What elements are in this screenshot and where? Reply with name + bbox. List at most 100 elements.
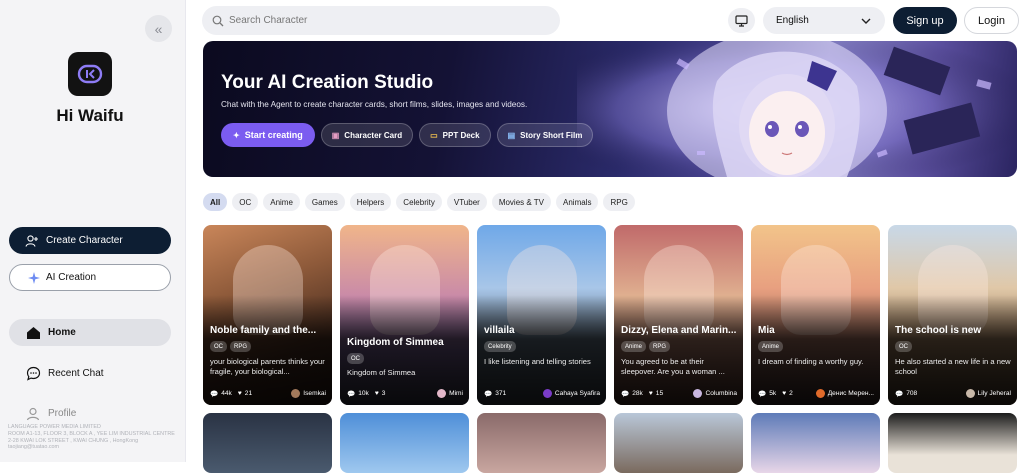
card-stats: 💬 28k ♥ 15 Columbina [621, 389, 737, 398]
character-card-partial[interactable] [477, 413, 606, 473]
character-card-partial[interactable] [614, 413, 743, 473]
like-count-value: 15 [655, 390, 664, 397]
chat-bubble-icon: 💬 [895, 390, 904, 398]
card-description: I dream of finding a worthy guy. [758, 357, 864, 366]
desktop-app-button[interactable] [728, 8, 755, 33]
card-title: Dizzy, Elena and Marin... [621, 325, 737, 336]
tag-badge: Celebrity [484, 341, 516, 352]
card-author[interactable]: Lily Jeheral [965, 389, 1011, 398]
card-tags: OC [347, 353, 364, 364]
author-name: Isemkai [303, 390, 326, 397]
chat-count-value: 5k [769, 390, 777, 397]
collapse-sidebar-button[interactable]: « [145, 15, 172, 42]
hero-banner: Your AI Creation Studio Chat with the Ag… [203, 41, 1017, 177]
card-author[interactable]: Columbina [693, 389, 737, 398]
search-icon [212, 15, 224, 26]
chat-bubble-icon: 💬 [347, 390, 356, 398]
language-select[interactable]: English [763, 7, 885, 34]
heart-icon: ♥ [648, 390, 653, 397]
sidebar: « Hi Waifu Create Character AI Creation … [0, 0, 186, 462]
create-character-button[interactable]: Create Character [9, 227, 171, 254]
company-email: taojiang@tuatao.com [8, 444, 60, 451]
chat-bubble-icon: 💬 [484, 390, 493, 398]
character-card-button[interactable]: ▣ Character Card [320, 123, 414, 147]
user-icon [25, 406, 41, 422]
card-title: Noble family and the... [210, 325, 317, 336]
character-card-label: Character Card [344, 130, 403, 140]
double-chevron-left-icon: « [154, 20, 163, 37]
character-card-partial[interactable] [340, 413, 469, 473]
card-stats: 💬 5k ♥ 2 Денис Мерен... [758, 389, 874, 398]
card-stats: 💬 44k ♥ 21 Isemkai [210, 389, 326, 398]
company-address: ROOM A1-13, FLOOR 3, BLOCK A , YEE LIM I… [8, 430, 175, 444]
card-description: your biological parents thinks your frag… [210, 357, 325, 377]
card-author[interactable]: Cahaya Syafira [542, 389, 600, 398]
category-chip-games[interactable]: Games [304, 193, 345, 211]
hero-actions: ✦ Start creating ▣ Character Card ▭ PPT … [221, 123, 594, 147]
sidebar-item-home[interactable]: Home [9, 319, 171, 346]
ppt-deck-label: PPT Deck [442, 130, 480, 140]
character-card[interactable]: Dizzy, Elena and Marin... Anime RPG You agr… [614, 225, 743, 405]
avatar [291, 389, 301, 398]
sidebar-item-profile[interactable]: Profile [9, 400, 171, 427]
like-count: ♥ 15 [649, 390, 663, 397]
character-card[interactable]: Kingdom of Simmea OC Kingdom of Simmea 💬 10k… [340, 225, 469, 405]
category-chip-rpg[interactable]: RPG [603, 193, 635, 211]
card-author[interactable]: Mimi [437, 389, 463, 398]
author-name: Cahaya Syafira [554, 390, 600, 397]
create-character-label: Create Character [46, 235, 123, 246]
character-card[interactable]: Mia Anime I dream of finding a worthy guy.… [751, 225, 880, 405]
category-chip-oc[interactable]: OC [232, 193, 259, 211]
card-title: villaila [484, 325, 515, 336]
avatar [693, 389, 703, 398]
card-author[interactable]: Денис Мерен... [815, 389, 874, 398]
hero-subtitle: Chat with the Agent to create character … [221, 100, 528, 109]
category-chip-movies-tv[interactable]: Movies & TV [491, 193, 552, 211]
category-chip-anime[interactable]: Anime [263, 193, 300, 211]
chat-count: 💬 44k [210, 390, 232, 398]
sidebar-item-label: Profile [48, 408, 77, 419]
tag-badge: RPG [649, 341, 671, 352]
avatar [965, 389, 975, 398]
hero-title: Your AI Creation Studio [221, 72, 434, 93]
start-creating-button[interactable]: ✦ Start creating [221, 123, 315, 147]
category-chip-helpers[interactable]: Helpers [349, 193, 392, 211]
character-card-partial[interactable] [888, 413, 1017, 473]
category-chip-animals[interactable]: Animals [556, 193, 599, 211]
card-title: Kingdom of Simmea [347, 337, 444, 348]
category-chip-vtuber[interactable]: VTuber [446, 193, 487, 211]
signup-button[interactable]: Sign up [893, 7, 957, 34]
character-card[interactable]: villaila Celebrity I like listening and te… [477, 225, 606, 405]
id-card-icon: ▣ [331, 130, 340, 140]
category-chip-celebrity[interactable]: Celebrity [396, 193, 442, 211]
category-chip-all[interactable]: All [203, 193, 228, 211]
character-card[interactable]: The school is new OC He also started a new… [888, 225, 1017, 405]
character-card[interactable]: Noble family and the... OC RPG your biologi… [203, 225, 332, 405]
like-count-value: 2 [789, 390, 793, 397]
card-tags: Anime [758, 341, 784, 352]
chat-count-value: 44k [221, 390, 232, 397]
story-short-film-button[interactable]: ▤ Story Short Film [496, 123, 594, 147]
sidebar-item-recent-chat[interactable]: Recent Chat [9, 360, 171, 387]
like-count-value: 21 [244, 390, 253, 397]
card-title: Mia [758, 325, 775, 336]
like-count-value: 3 [381, 390, 386, 397]
character-card-partial[interactable] [751, 413, 880, 473]
language-value: English [776, 15, 809, 26]
like-count: ♥ 2 [782, 390, 793, 397]
ppt-deck-button[interactable]: ▭ PPT Deck [419, 123, 491, 147]
avatar [437, 389, 447, 398]
add-user-icon [25, 234, 38, 247]
sidebar-item-label: Recent Chat [48, 368, 104, 379]
card-author[interactable]: Isemkai [291, 389, 326, 398]
chat-bubble-icon: 💬 [210, 390, 219, 398]
card-title: The school is new [895, 325, 982, 336]
story-short-film-label: Story Short Film [520, 130, 583, 140]
chat-count: 💬 708 [895, 390, 917, 398]
search-input[interactable]: Search Character [202, 6, 560, 35]
login-button[interactable]: Login [964, 7, 1019, 34]
ai-creation-button[interactable]: AI Creation [9, 264, 171, 291]
card-description: I like listening and telling stories [484, 357, 591, 366]
character-card-partial[interactable] [203, 413, 332, 473]
search-placeholder: Search Character [229, 15, 308, 26]
